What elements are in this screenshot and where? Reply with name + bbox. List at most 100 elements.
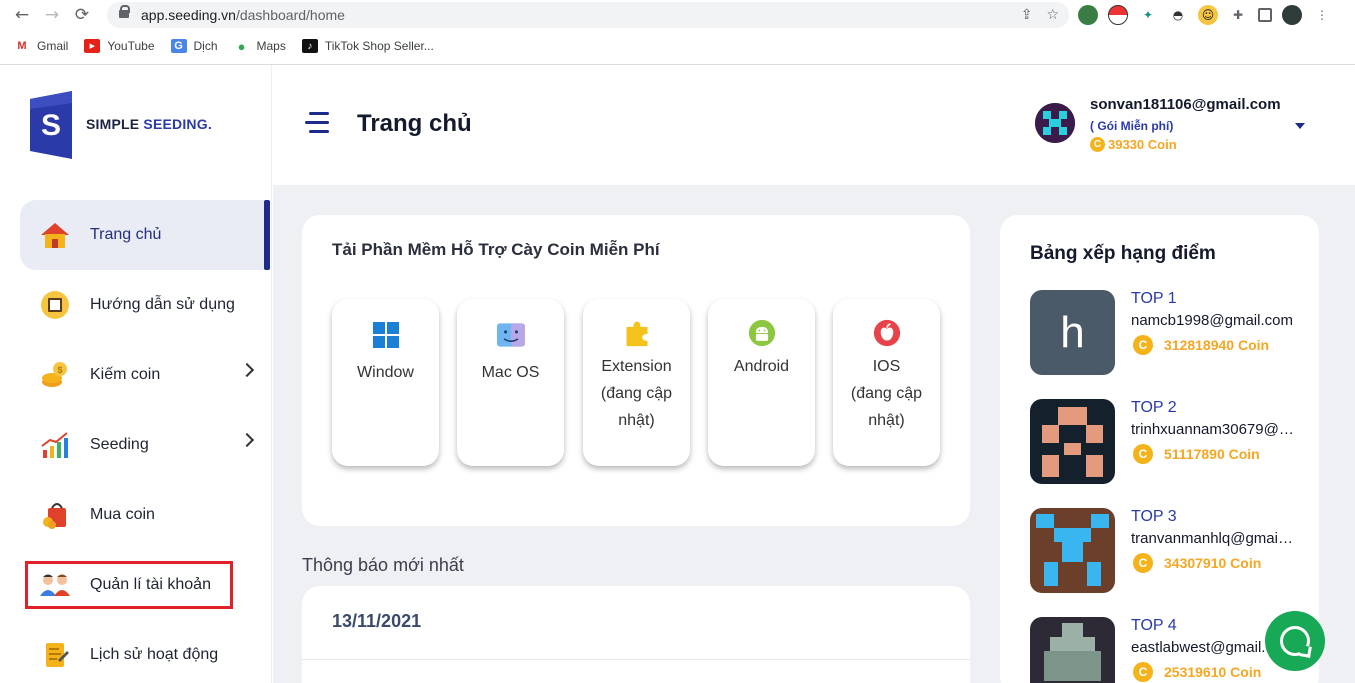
user-coin-balance: C 39330 Coin bbox=[1090, 137, 1177, 152]
sidebar-item-buy-coin[interactable]: Mua coin bbox=[20, 480, 268, 550]
chat-bubble-icon bbox=[1280, 626, 1310, 656]
rank-position: TOP 4 bbox=[1131, 617, 1177, 634]
sidebar-item-label: Lịch sử hoạt động bbox=[90, 646, 219, 663]
rank-coin-text: 34307910 Coin bbox=[1164, 555, 1262, 571]
bookmarks-bar: M Gmail ▶ YouTube G Dịch ● Maps ♪ TikTok… bbox=[0, 32, 1355, 60]
bookmark-maps[interactable]: ● Maps bbox=[234, 38, 286, 54]
download-macos-button[interactable]: Mac OS bbox=[457, 299, 564, 466]
puzzle-icon bbox=[623, 319, 651, 347]
maps-icon: ● bbox=[237, 38, 246, 54]
rank-coin: C 51117890 Coin bbox=[1133, 444, 1260, 464]
extension-pokeball-icon[interactable] bbox=[1108, 5, 1128, 25]
reload-icon[interactable]: ⟳ bbox=[67, 0, 97, 30]
bookmark-label: TikTok Shop Seller... bbox=[324, 39, 434, 53]
sidebar-item-history[interactable]: Lịch sử hoạt động bbox=[20, 620, 268, 683]
scroll-icon bbox=[38, 638, 72, 672]
download-card: Tải Phần Mềm Hỗ Trợ Cày Coin Miễn Phí Wi… bbox=[302, 215, 970, 526]
chat-support-button[interactable] bbox=[1265, 611, 1325, 671]
address-bar[interactable]: app.seeding.vn /dashboard/home ⇪ ☆ bbox=[107, 2, 1069, 28]
user-email: sonvan181106@gmail.com bbox=[1090, 96, 1281, 113]
forward-icon[interactable]: → bbox=[37, 0, 67, 30]
sidebar-item-label: Hướng dẫn sử dụng bbox=[90, 296, 235, 313]
download-android-button[interactable]: Android bbox=[708, 299, 815, 466]
rank-user-name: namcb1998@gmail.com bbox=[1131, 312, 1293, 329]
rank-coin: C 25319610 Coin bbox=[1133, 662, 1261, 682]
notice-divider bbox=[302, 659, 970, 660]
sidebar-item-label: Seeding bbox=[90, 436, 149, 453]
chevron-right-icon bbox=[239, 362, 255, 378]
ranking-row[interactable]: TOP 2 trinhxuannam30679@gmail.com C 5111… bbox=[1030, 399, 1320, 485]
download-button-label: Mac OS bbox=[481, 364, 540, 381]
coin-icon: C bbox=[1133, 553, 1153, 573]
user-dropdown-caret-icon[interactable] bbox=[1295, 123, 1305, 129]
rank-coin-text: 25319610 Coin bbox=[1164, 664, 1262, 680]
coin-icon: C bbox=[1090, 137, 1105, 152]
notice-card: 13/11/2021 bbox=[302, 586, 970, 683]
hamburger-menu-icon[interactable] bbox=[305, 112, 329, 134]
extension-hat-icon[interactable]: ◓ bbox=[1168, 5, 1188, 25]
bookmark-label: Gmail bbox=[37, 39, 69, 53]
sidebar-item-earn-coin[interactable]: $ Kiếm coin bbox=[20, 340, 268, 410]
highlight-annotation-box bbox=[25, 561, 233, 609]
menu-dots-icon[interactable]: ⋮ bbox=[1312, 5, 1332, 25]
lock-icon bbox=[119, 5, 130, 20]
coin-icon: C bbox=[1133, 662, 1153, 682]
url-path: /dashboard/home bbox=[235, 7, 345, 23]
extension-globe-icon[interactable] bbox=[1078, 5, 1098, 25]
bookmark-translate[interactable]: G Dịch bbox=[170, 39, 218, 53]
bookmark-tiktok[interactable]: ♪ TikTok Shop Seller... bbox=[301, 39, 434, 53]
notice-date: 13/11/2021 bbox=[332, 611, 422, 631]
ranking-row[interactable]: TOP 3 tranvanmanhlq@gmail.com C 34307910… bbox=[1030, 508, 1320, 594]
sidebar-item-guide[interactable]: Hướng dẫn sử dụng bbox=[20, 270, 268, 340]
sidebar-item-seeding[interactable]: Seeding bbox=[20, 410, 268, 480]
rank-user-name: tranvanmanhlq@gmail.com bbox=[1131, 530, 1296, 547]
coin-icon: C bbox=[1133, 335, 1153, 355]
rank-coin-text: 51117890 Coin bbox=[1164, 446, 1260, 462]
svg-text:S: S bbox=[41, 109, 61, 142]
top-header: Trang chủ sonvan181106@gmail.com ( Gói M… bbox=[273, 65, 1355, 185]
download-ios-button[interactable]: IOS (đang cập nhật) bbox=[833, 299, 940, 466]
logo-s-icon: S bbox=[30, 91, 72, 159]
profile-avatar-icon[interactable] bbox=[1282, 5, 1302, 25]
rank-avatar-letter: h bbox=[1060, 307, 1085, 357]
download-windows-button[interactable]: Window bbox=[332, 299, 439, 466]
back-icon[interactable]: ← bbox=[7, 0, 37, 30]
download-extension-button[interactable]: Extension (đang cập nhật) bbox=[583, 299, 690, 466]
rank-position: TOP 3 bbox=[1131, 508, 1177, 525]
brand-name-part2: SEEDING. bbox=[143, 116, 212, 132]
bookmark-gmail[interactable]: M Gmail bbox=[14, 39, 68, 53]
growth-chart-icon bbox=[38, 428, 72, 462]
book-icon bbox=[38, 288, 72, 322]
user-avatar[interactable] bbox=[1035, 103, 1075, 143]
user-coin-text: 39330 Coin bbox=[1108, 137, 1177, 152]
bookmark-label: Dịch bbox=[193, 39, 218, 53]
home-icon bbox=[38, 218, 72, 252]
gmail-icon: M bbox=[17, 40, 27, 52]
side-panel-icon[interactable] bbox=[1258, 8, 1272, 22]
rank-position: TOP 2 bbox=[1131, 399, 1177, 416]
download-card-title: Tải Phần Mềm Hỗ Trợ Cày Coin Miễn Phí bbox=[332, 240, 660, 259]
apple-icon bbox=[873, 319, 901, 347]
windows-icon bbox=[372, 321, 400, 349]
url-domain: app.seeding.vn bbox=[141, 7, 236, 23]
extension-feather-icon[interactable]: ✦ bbox=[1138, 5, 1158, 25]
coin-stack-icon: $ bbox=[38, 358, 72, 392]
youtube-icon: ▶ bbox=[84, 39, 101, 53]
extensions-puzzle-icon[interactable]: ✚ bbox=[1228, 5, 1248, 25]
rank-avatar bbox=[1030, 508, 1115, 593]
extension-emoji-icon[interactable]: ☺ bbox=[1198, 5, 1218, 25]
brand-logo[interactable]: S bbox=[30, 91, 72, 159]
rank-coin: C 34307910 Coin bbox=[1133, 553, 1261, 573]
page-title: Trang chủ bbox=[357, 110, 472, 137]
bookmark-label: YouTube bbox=[107, 39, 155, 53]
svg-text:$: $ bbox=[57, 365, 62, 375]
bookmark-star-icon[interactable]: ☆ bbox=[1046, 7, 1059, 23]
user-plan: ( Gói Miễn phí) bbox=[1090, 119, 1174, 133]
bookmark-youtube[interactable]: ▶ YouTube bbox=[84, 39, 155, 53]
rank-avatar bbox=[1030, 399, 1115, 484]
share-icon[interactable]: ⇪ bbox=[1021, 7, 1033, 23]
android-icon bbox=[748, 319, 776, 347]
ranking-row[interactable]: h TOP 1 namcb1998@gmail.com C 312818940 … bbox=[1030, 290, 1320, 376]
sidebar-item-home[interactable]: Trang chủ bbox=[20, 200, 270, 270]
rank-position: TOP 1 bbox=[1131, 290, 1177, 307]
